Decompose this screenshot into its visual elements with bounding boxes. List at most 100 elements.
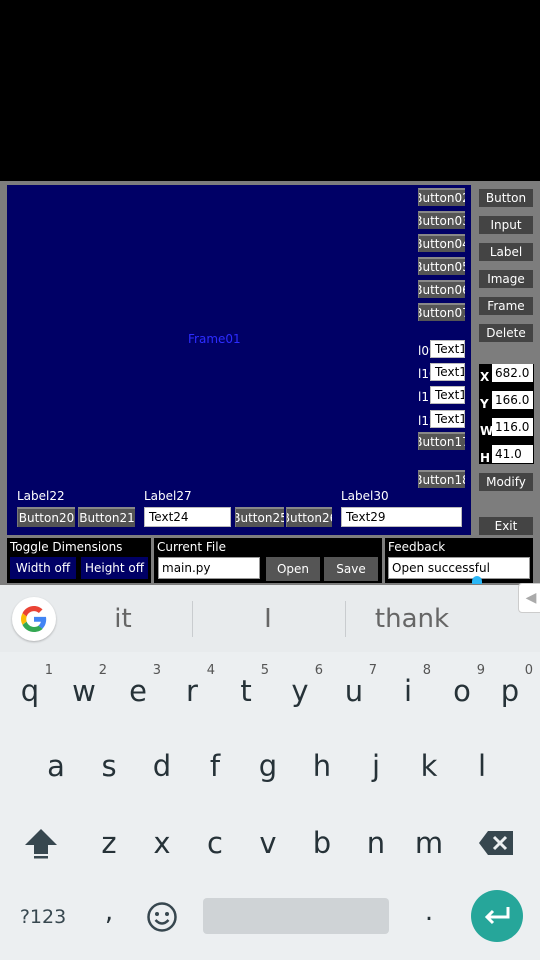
key-label: e [129, 674, 147, 708]
comma-key[interactable]: , [82, 882, 136, 942]
canvas-text24[interactable]: Text24 [144, 507, 231, 527]
key-s[interactable]: s [82, 736, 136, 796]
period-key[interactable]: . [402, 882, 456, 942]
width-toggle-button[interactable]: Width off [10, 557, 76, 579]
canvas-button06[interactable]: Button06 [418, 280, 465, 298]
canvas-text29[interactable]: Text29 [341, 507, 462, 527]
add-frame-button[interactable]: Frame [479, 297, 533, 315]
emoji-key[interactable] [135, 887, 189, 947]
y-label: Y [480, 397, 489, 411]
current-file-panel: Current File main.py Open Save [154, 538, 382, 583]
canvas-button03[interactable]: Button03 [418, 211, 465, 229]
key-hint: 8 [422, 663, 431, 678]
key-n[interactable]: n [349, 813, 403, 873]
keyboard-side-tab-icon[interactable]: ◀ [518, 583, 540, 613]
text-cursor-handle[interactable] [472, 576, 482, 584]
key-y[interactable]: y6 [273, 661, 327, 721]
delete-button[interactable]: Delete [479, 324, 533, 342]
key-q[interactable]: q1 [3, 661, 57, 721]
canvas-button20[interactable]: Button20 [17, 507, 75, 527]
shift-icon [25, 829, 57, 859]
canvas-button04[interactable]: Button04 [418, 234, 465, 252]
open-button[interactable]: Open [266, 557, 320, 581]
canvas-text-field-1[interactable]: Text1 [430, 340, 465, 358]
canvas-button17[interactable]: Button17 [418, 432, 465, 450]
key-o[interactable]: o9 [435, 661, 489, 721]
key-g[interactable]: g [241, 736, 295, 796]
canvas-text-field-2[interactable]: Text1 [430, 363, 465, 381]
key-z[interactable]: z [82, 813, 136, 873]
key-m[interactable]: m [402, 813, 456, 873]
suggestion-strip: it I thank ◀ [0, 583, 540, 652]
canvas-button21[interactable]: Button21 [78, 507, 135, 527]
canvas-label22[interactable]: Label22 [17, 489, 65, 503]
enter-arrow-icon [484, 907, 510, 925]
google-icon[interactable] [12, 597, 56, 641]
h-input[interactable]: 41.0 [492, 445, 533, 463]
symbols-key[interactable]: ?123 [8, 887, 78, 947]
key-w[interactable]: w2 [57, 661, 111, 721]
key-label: p [500, 674, 520, 708]
save-button[interactable]: Save [324, 557, 378, 581]
frame01-label[interactable]: Frame01 [188, 332, 241, 346]
add-label-button[interactable]: Label [479, 243, 533, 261]
suggestion-1[interactable]: it [73, 604, 173, 634]
add-button-button[interactable]: Button [479, 189, 533, 207]
backspace-key[interactable] [470, 813, 524, 873]
canvas-label30[interactable]: Label30 [341, 489, 389, 503]
key-r[interactable]: r4 [165, 661, 219, 721]
key-t[interactable]: t5 [219, 661, 273, 721]
key-l[interactable]: l [455, 736, 509, 796]
key-h[interactable]: h [295, 736, 349, 796]
suggestion-3[interactable]: thank [362, 604, 462, 634]
w-input[interactable]: 116.0 [492, 418, 533, 436]
key-u[interactable]: u7 [327, 661, 381, 721]
key-i[interactable]: i8 [381, 661, 435, 721]
key-d[interactable]: d [135, 736, 189, 796]
canvas-text-field-4[interactable]: Text1 [430, 410, 465, 428]
design-canvas[interactable]: Frame01 Button02 Button03 Button04 Butto… [7, 185, 471, 535]
x-label: X [480, 370, 490, 384]
canvas-button07[interactable]: Button07 [418, 303, 465, 321]
key-hint: 0 [524, 663, 533, 678]
modify-button[interactable]: Modify [479, 473, 533, 491]
gui-builder-app: Frame01 Button02 Button03 Button04 Butto… [0, 181, 540, 585]
spacebar[interactable] [203, 898, 389, 934]
canvas-button26[interactable]: Button26 [286, 507, 332, 527]
emoji-icon [147, 902, 177, 932]
canvas-label27[interactable]: Label27 [144, 489, 192, 503]
key-b[interactable]: b [295, 813, 349, 873]
key-p[interactable]: p0 [483, 661, 537, 721]
canvas-button18[interactable]: Button18 [418, 470, 465, 488]
key-label: t [240, 674, 252, 708]
canvas-button02[interactable]: Button02 [418, 188, 465, 206]
coordinates-panel: X 682.0 Y 166.0 W 116.0 H 41.0 [479, 364, 534, 465]
key-k[interactable]: k [402, 736, 456, 796]
toggle-dimensions-panel: Toggle Dimensions Width off Height off [7, 538, 151, 583]
key-a[interactable]: a [29, 736, 83, 796]
add-image-button[interactable]: Image [479, 270, 533, 288]
enter-key[interactable] [471, 890, 523, 942]
key-label: i [403, 674, 413, 708]
file-name-input[interactable]: main.py [158, 557, 260, 579]
x-input[interactable]: 682.0 [492, 364, 533, 382]
canvas-button05[interactable]: Button05 [418, 257, 465, 275]
height-toggle-button[interactable]: Height off [81, 557, 148, 579]
canvas-button25[interactable]: Button25 [235, 507, 284, 527]
add-input-button[interactable]: Input [479, 216, 533, 234]
canvas-text-field-3[interactable]: Text1 [430, 386, 465, 404]
exit-button[interactable]: Exit [479, 517, 533, 535]
suggestion-2[interactable]: I [218, 604, 318, 634]
suggestion-divider [192, 601, 193, 637]
suggestion-divider [345, 601, 346, 637]
key-j[interactable]: j [349, 736, 403, 796]
shift-key[interactable] [14, 813, 68, 873]
key-c[interactable]: c [188, 813, 242, 873]
x-row: X 682.0 [479, 364, 534, 386]
key-x[interactable]: x [135, 813, 189, 873]
key-e[interactable]: e3 [111, 661, 165, 721]
key-v[interactable]: v [241, 813, 295, 873]
key-label: o [453, 674, 471, 708]
key-f[interactable]: f [188, 736, 242, 796]
y-input[interactable]: 166.0 [492, 391, 533, 409]
